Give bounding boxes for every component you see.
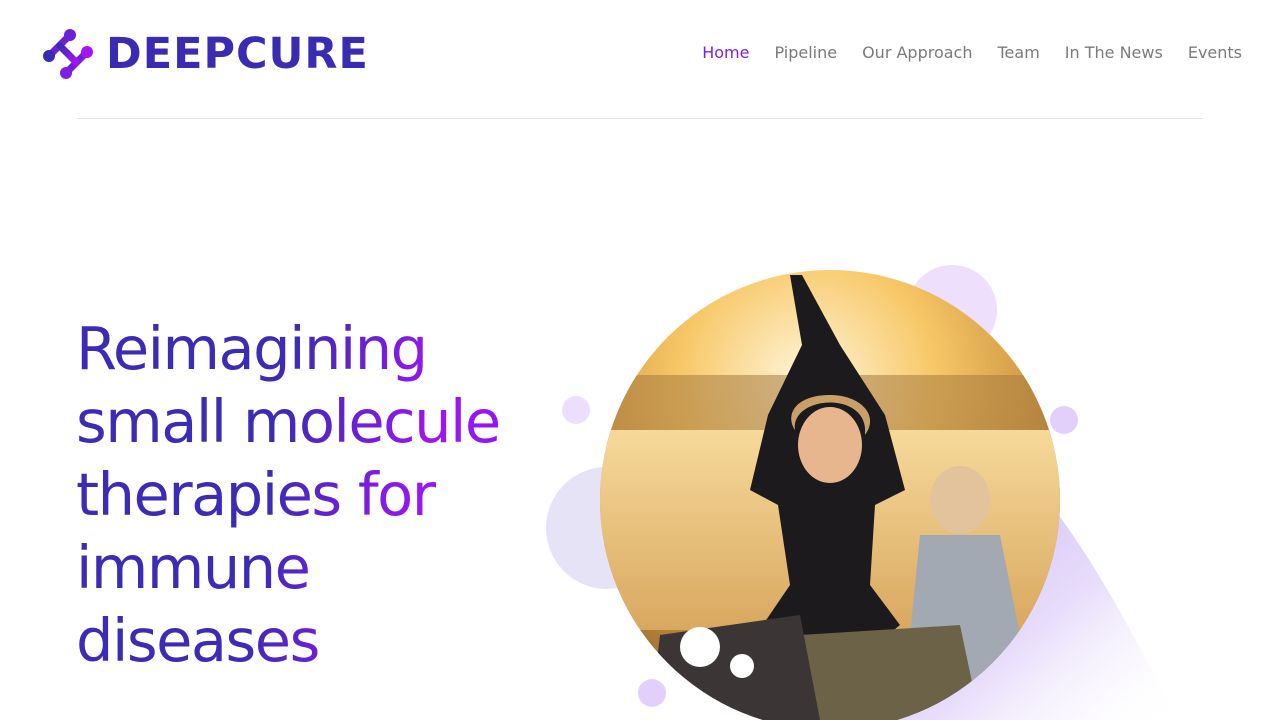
bubble-decoration [638,679,666,707]
hero-illustration [546,265,1180,720]
logo-wordmark: DEEPCURE [106,28,369,79]
hero-visual [540,255,1220,720]
header-divider [77,118,1203,119]
nav-in-the-news[interactable]: In The News [1065,42,1163,64]
bubble-decoration [1050,406,1078,434]
nav-team[interactable]: Team [998,42,1040,64]
hero-headline: Reimagining small molecule therapies for… [76,312,546,677]
nav-events[interactable]: Events [1188,42,1242,64]
logo-link[interactable]: DEEPCURE [40,26,369,82]
nav-pipeline[interactable]: Pipeline [774,42,837,64]
main-nav: Home Pipeline Our Approach Team In The N… [702,42,1242,64]
hero-photo [600,270,1060,720]
bubble-decoration [562,396,590,424]
nav-our-approach[interactable]: Our Approach [862,42,972,64]
deepcure-logo-icon [43,29,93,79]
nav-home[interactable]: Home [702,42,749,64]
site-header: DEEPCURE Home Pipeline Our Approach Team… [0,0,1280,119]
